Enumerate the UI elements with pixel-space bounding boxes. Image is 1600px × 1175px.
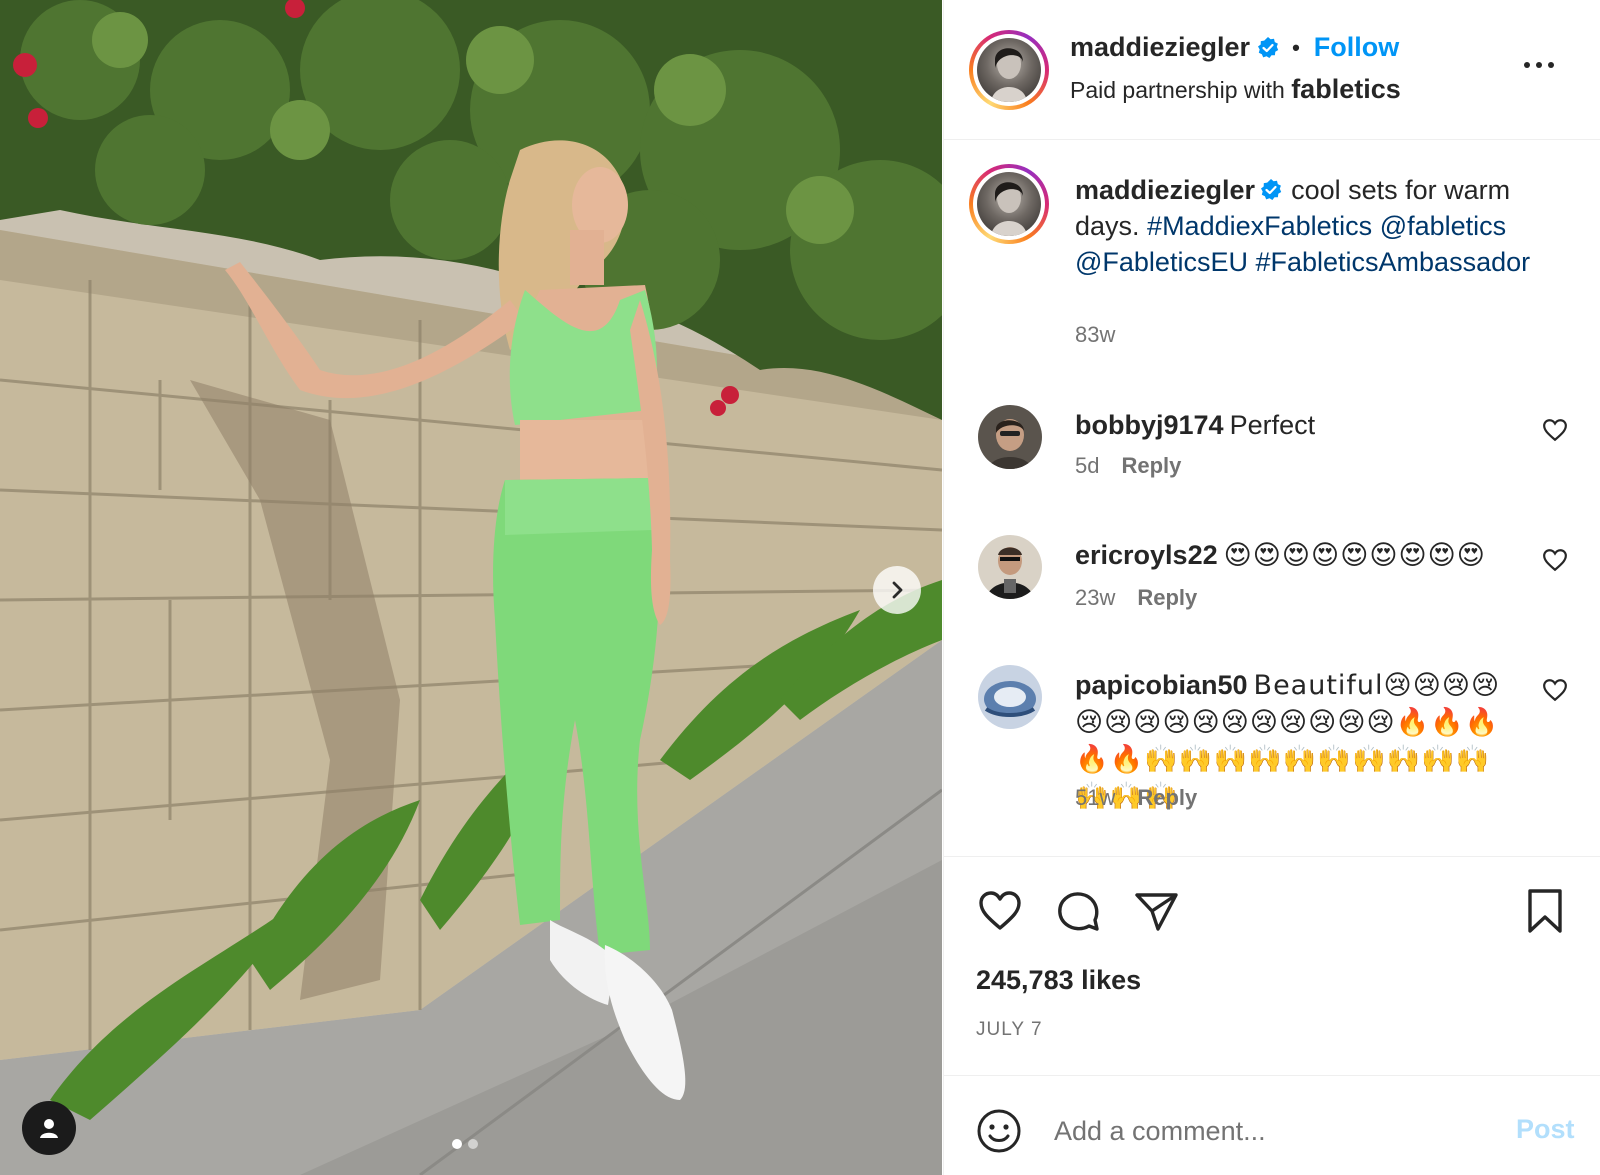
mention-link[interactable]: @fabletics bbox=[1380, 211, 1506, 241]
reply-button[interactable]: Reply bbox=[1137, 585, 1197, 610]
carousel-indicator bbox=[452, 1139, 478, 1149]
comment-meta: 23w Reply bbox=[1075, 585, 1197, 611]
follow-button[interactable]: Follow bbox=[1314, 32, 1399, 63]
post-actions bbox=[944, 856, 1600, 933]
comment-input[interactable] bbox=[1054, 1106, 1474, 1156]
commenter-avatar[interactable] bbox=[978, 665, 1042, 729]
dot-separator: • bbox=[1292, 34, 1300, 60]
comment-timestamp[interactable]: 51w bbox=[1075, 785, 1115, 810]
author-avatar[interactable] bbox=[969, 30, 1049, 110]
commenter-avatar[interactable] bbox=[978, 535, 1042, 599]
comment-text: bobbyj9174 Perfect bbox=[1075, 407, 1515, 443]
partnership-prefix: Paid partnership with bbox=[1070, 77, 1292, 103]
reply-button[interactable]: Reply bbox=[1121, 453, 1181, 478]
avatar-photo bbox=[978, 665, 1042, 729]
avatar-photo bbox=[978, 535, 1042, 599]
heart-icon[interactable] bbox=[1542, 677, 1568, 703]
post-caption: maddieziegler cool sets for warm days. #… bbox=[1075, 172, 1545, 280]
caption-username[interactable]: maddieziegler bbox=[1075, 175, 1255, 205]
caption-timestamp[interactable]: 83w bbox=[1075, 322, 1115, 348]
commenter-username[interactable]: bobbyj9174 bbox=[1075, 410, 1224, 440]
avatar-photo bbox=[978, 405, 1042, 469]
post-header: maddieziegler • Follow Paid partnership … bbox=[944, 0, 1600, 140]
likes-count[interactable]: 245,783 likes bbox=[976, 965, 1141, 996]
partner-link[interactable]: fabletics bbox=[1291, 74, 1401, 104]
commenter-avatar[interactable] bbox=[978, 405, 1042, 469]
comment-meta: 5d Reply bbox=[1075, 453, 1181, 479]
comment-timestamp[interactable]: 5d bbox=[1075, 453, 1099, 478]
comment-content: 😍😍😍😍😍😍😍😍😍 bbox=[1223, 540, 1486, 571]
emoji-icon[interactable] bbox=[976, 1108, 1022, 1154]
reply-button[interactable]: Reply bbox=[1137, 785, 1197, 810]
avatar-photo bbox=[991, 48, 1027, 102]
comment-text: ericroyls22 😍😍😍😍😍😍😍😍😍 bbox=[1075, 537, 1515, 574]
comment-content: Perfect bbox=[1229, 410, 1316, 440]
heart-icon[interactable] bbox=[976, 887, 1024, 935]
commenter-username[interactable]: ericroyls22 bbox=[1075, 540, 1218, 570]
heart-icon[interactable] bbox=[1542, 417, 1568, 443]
tagged-users-button[interactable] bbox=[22, 1101, 76, 1155]
caption-avatar[interactable] bbox=[969, 164, 1049, 244]
paid-partnership-label: Paid partnership with fabletics bbox=[1070, 74, 1401, 105]
hashtag-link[interactable]: #MaddiexFabletics bbox=[1147, 211, 1372, 241]
verified-badge-icon bbox=[1261, 179, 1282, 200]
mention-link[interactable]: @FableticsEU bbox=[1075, 247, 1248, 277]
verified-badge-icon bbox=[1258, 36, 1279, 58]
hashtag-link[interactable]: #FableticsAmbassador bbox=[1255, 247, 1530, 277]
comment-timestamp[interactable]: 23w bbox=[1075, 585, 1115, 610]
bookmark-icon[interactable] bbox=[1521, 887, 1569, 935]
post-photo[interactable] bbox=[0, 0, 942, 1175]
chevron-right-icon bbox=[892, 581, 903, 599]
add-comment-bar: Post bbox=[944, 1075, 1600, 1175]
post-side-panel: maddieziegler • Follow Paid partnership … bbox=[943, 0, 1600, 1175]
post-date[interactable]: JULY 7 bbox=[976, 1019, 1043, 1041]
commenter-username[interactable]: papicobian50 bbox=[1075, 670, 1248, 700]
more-options-icon[interactable] bbox=[1524, 56, 1554, 74]
avatar-photo bbox=[991, 182, 1027, 236]
heart-icon[interactable] bbox=[1542, 547, 1568, 573]
post-comment-button[interactable]: Post bbox=[1516, 1114, 1575, 1145]
author-line: maddieziegler • Follow bbox=[1070, 32, 1399, 63]
photo-scene bbox=[0, 0, 942, 1175]
author-username[interactable]: maddieziegler bbox=[1070, 32, 1250, 63]
carousel-dot bbox=[468, 1139, 478, 1149]
carousel-dot-active bbox=[452, 1139, 462, 1149]
carousel-next-button[interactable] bbox=[873, 566, 921, 614]
user-icon bbox=[40, 1119, 58, 1138]
comment-meta: 51w Reply bbox=[1075, 785, 1197, 811]
comment-icon[interactable] bbox=[1054, 887, 1102, 935]
share-icon[interactable] bbox=[1132, 887, 1180, 935]
